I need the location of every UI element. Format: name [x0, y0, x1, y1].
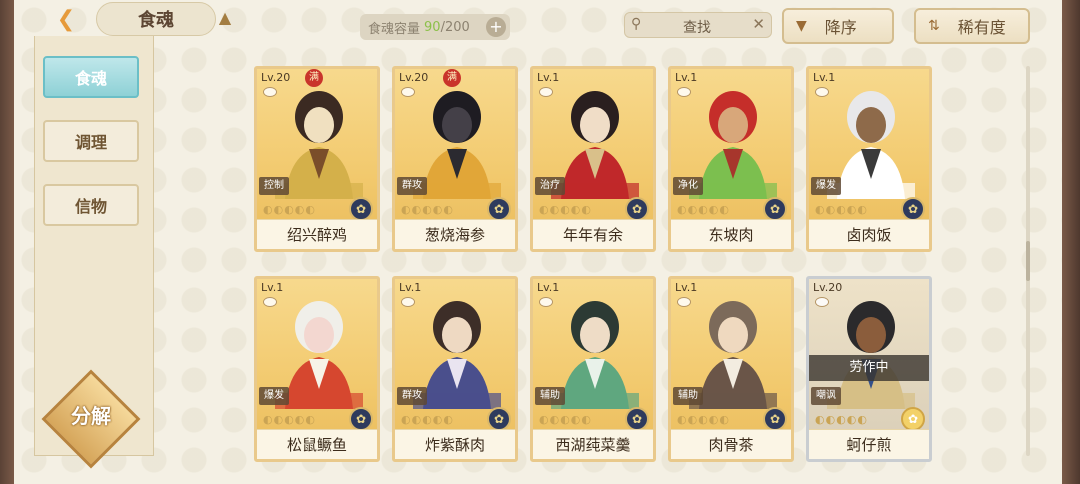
sort-order-button[interactable]: ▼ 降序 [782, 8, 894, 44]
sort-arrows-icon: ⇅ [928, 18, 940, 34]
page-title: 食魂 [96, 2, 216, 36]
role-tag: 嘲讽 [811, 387, 841, 405]
card-name: 肉骨茶 [671, 429, 791, 459]
rarity-emblem-icon: ✿ [625, 197, 649, 221]
expand-capacity-button[interactable]: + [486, 17, 506, 37]
sort-by-button[interactable]: ⇅ 稀有度 [914, 8, 1030, 44]
capacity-max: /200 [440, 19, 470, 35]
card-level: Lv.1 [399, 281, 422, 294]
back-arrow-icon: ❮ [56, 6, 76, 32]
food-soul-card[interactable]: Lv.20 满 群攻 ◐◐◐◐◐ ✿ 葱烧海参 [392, 66, 518, 252]
role-tag: 辅助 [535, 387, 565, 405]
capacity-current: 90 [424, 19, 441, 35]
role-tag: 治疗 [535, 177, 565, 195]
card-name: 炸紫酥肉 [395, 429, 515, 459]
card-level: Lv.1 [813, 71, 836, 84]
back-button[interactable]: ❮ [48, 4, 84, 34]
card-name: 东坡肉 [671, 219, 791, 249]
star-rating: ◐◐◐◐◐ [677, 203, 730, 216]
food-soul-card[interactable]: Lv.1 爆发 ◐◐◐◐◐ ✿ 卤肉饭 [806, 66, 932, 252]
working-status: 劳作中 [809, 355, 929, 381]
food-soul-card[interactable]: Lv.1 爆发 ◐◐◐◐◐ ✿ 松鼠鳜鱼 [254, 276, 380, 462]
star-rating: ◐◐◐◐◐ [815, 203, 868, 216]
left-frame [0, 0, 14, 484]
role-tag: 辅助 [673, 387, 703, 405]
role-tag: 群攻 [397, 177, 427, 195]
card-level: Lv.1 [675, 281, 698, 294]
pagoda-icon: ▲ [218, 8, 232, 27]
card-level: Lv.1 [261, 281, 284, 294]
triangle-down-icon: ▼ [796, 18, 807, 34]
tab-conditioning[interactable]: 调理 [43, 120, 139, 162]
clear-icon[interactable]: ✕ [752, 15, 765, 33]
tab-food-souls[interactable]: 食魂 [43, 56, 139, 98]
rarity-emblem-icon: ✿ [901, 407, 925, 431]
sort-by-label: 稀有度 [957, 18, 1006, 37]
star-rating: ◐◐◐◐◐ [815, 413, 868, 426]
food-soul-card[interactable]: Lv.20 满 控制 ◐◐◐◐◐ ✿ 绍兴醉鸡 [254, 66, 380, 252]
star-rating: ◐◐◐◐◐ [401, 413, 454, 426]
rarity-emblem-icon: ✿ [487, 197, 511, 221]
max-level-badge: 满 [443, 69, 461, 87]
tab-tokens[interactable]: 信物 [43, 184, 139, 226]
food-soul-card[interactable]: Lv.1 治疗 ◐◐◐◐◐ ✿ 年年有余 [530, 66, 656, 252]
star-rating: ◐◐◐◐◐ [263, 203, 316, 216]
food-soul-card[interactable]: Lv.1 群攻 ◐◐◐◐◐ ✿ 炸紫酥肉 [392, 276, 518, 462]
card-name: 葱烧海参 [395, 219, 515, 249]
capacity-label: 食魂容量 [368, 21, 421, 37]
scrollbar-thumb[interactable] [1026, 241, 1030, 281]
rarity-emblem-icon: ✿ [349, 407, 373, 431]
rarity-emblem-icon: ✿ [349, 197, 373, 221]
rarity-emblem-icon: ✿ [763, 197, 787, 221]
rarity-emblem-icon: ✿ [901, 197, 925, 221]
food-soul-card[interactable]: Lv.1 辅助 ◐◐◐◐◐ ✿ 西湖莼菜羹 [530, 276, 656, 462]
sort-order-label: 降序 [824, 18, 857, 37]
star-rating: ◐◐◐◐◐ [401, 203, 454, 216]
search-icon: ⚲ [631, 16, 642, 32]
star-rating: ◐◐◐◐◐ [539, 413, 592, 426]
card-name: 卤肉饭 [809, 219, 929, 249]
search-input[interactable]: ⚲ 查找 ✕ [624, 12, 772, 38]
role-tag: 爆发 [259, 387, 289, 405]
food-soul-card[interactable]: Lv.20 嘲讽 劳作中 ◐◐◐◐◐ ✿ 蚵仔煎 [806, 276, 932, 462]
star-rating: ◐◐◐◐◐ [263, 413, 316, 426]
search-placeholder: 查找 [683, 20, 711, 36]
decompose-label[interactable]: 分解 [56, 400, 126, 436]
card-name: 松鼠鳜鱼 [257, 429, 377, 459]
card-level: Lv.1 [537, 71, 560, 84]
card-name: 西湖莼菜羹 [533, 429, 653, 459]
card-level: Lv.1 [675, 71, 698, 84]
food-soul-card[interactable]: Lv.1 辅助 ◐◐◐◐◐ ✿ 肉骨茶 [668, 276, 794, 462]
rarity-emblem-icon: ✿ [763, 407, 787, 431]
star-rating: ◐◐◐◐◐ [539, 203, 592, 216]
card-level: Lv.1 [537, 281, 560, 294]
card-level: Lv.20 [813, 281, 843, 294]
card-name: 绍兴醉鸡 [257, 219, 377, 249]
card-name: 蚵仔煎 [809, 429, 929, 459]
card-name: 年年有余 [533, 219, 653, 249]
star-rating: ◐◐◐◐◐ [677, 413, 730, 426]
role-tag: 净化 [673, 177, 703, 195]
role-tag: 爆发 [811, 177, 841, 195]
rarity-emblem-icon: ✿ [625, 407, 649, 431]
rarity-emblem-icon: ✿ [487, 407, 511, 431]
card-level: Lv.20 [261, 71, 291, 84]
role-tag: 控制 [259, 177, 289, 195]
right-frame [1062, 0, 1080, 484]
card-level: Lv.20 [399, 71, 429, 84]
food-soul-card[interactable]: Lv.1 净化 ◐◐◐◐◐ ✿ 东坡肉 [668, 66, 794, 252]
scrollbar[interactable] [1026, 66, 1030, 456]
role-tag: 群攻 [397, 387, 427, 405]
max-level-badge: 满 [305, 69, 323, 87]
capacity-display: 食魂容量 90/200 + [360, 14, 510, 40]
